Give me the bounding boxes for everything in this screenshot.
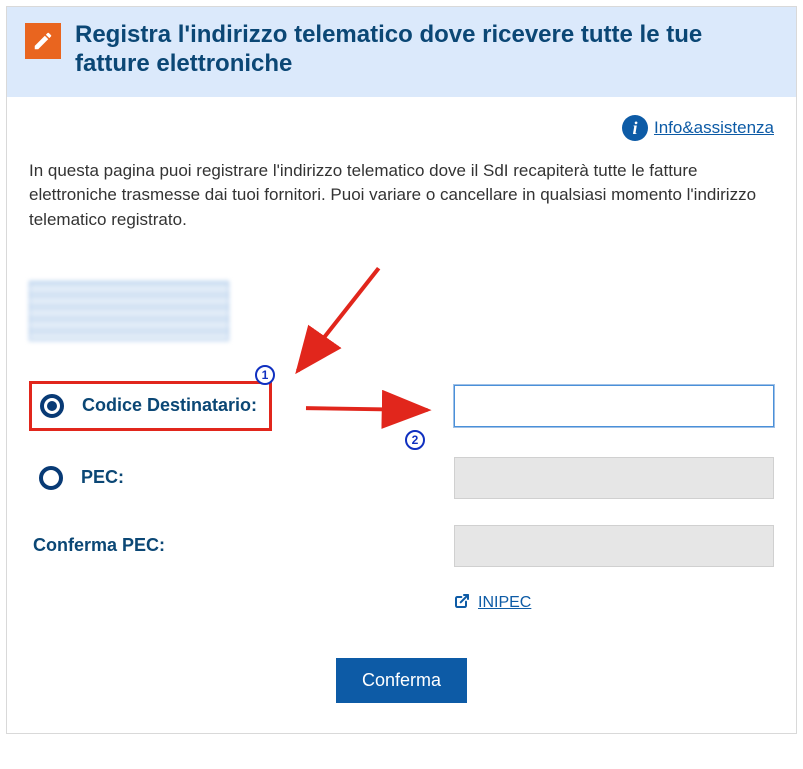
redacted-block [29,281,229,341]
row-conferma-pec: Conferma PEC: [29,525,774,567]
annotation-badge-2: 2 [405,430,425,450]
info-icon: i [622,115,648,141]
inipec-link-label: INIPEC [478,594,531,612]
external-link-icon [454,593,470,614]
row-codice-destinatario: Codice Destinatario: [29,381,774,431]
label-conferma-pec: Conferma PEC: [33,535,165,556]
page-header: Registra l'indirizzo telematico dove ric… [7,7,796,97]
label-pec: PEC: [81,467,124,488]
help-row: i Info&assistenza [29,115,774,141]
help-link[interactable]: i Info&assistenza [622,115,774,141]
input-pec [454,457,774,499]
intro-text: In questa pagina puoi registrare l'indir… [29,159,774,233]
row-inipec: INIPEC [29,593,774,614]
page-card: Registra l'indirizzo telematico dove ric… [6,6,797,734]
help-link-label: Info&assistenza [654,118,774,138]
radio-codice-destinatario[interactable] [40,394,64,418]
row-pec: PEC: [29,457,774,499]
page-title: Registra l'indirizzo telematico dove ric… [75,21,778,79]
inipec-link[interactable]: INIPEC [454,593,531,614]
input-conferma-pec [454,525,774,567]
confirm-button[interactable]: Conferma [336,658,467,703]
submit-row: Conferma [29,658,774,703]
label-codice-destinatario: Codice Destinatario: [82,395,257,416]
page-body: i Info&assistenza In questa pagina puoi … [7,97,796,733]
pencil-icon [25,23,61,59]
input-codice-destinatario[interactable] [454,385,774,427]
highlight-codice-destinatario: Codice Destinatario: [29,381,272,431]
radio-pec[interactable] [39,466,63,490]
